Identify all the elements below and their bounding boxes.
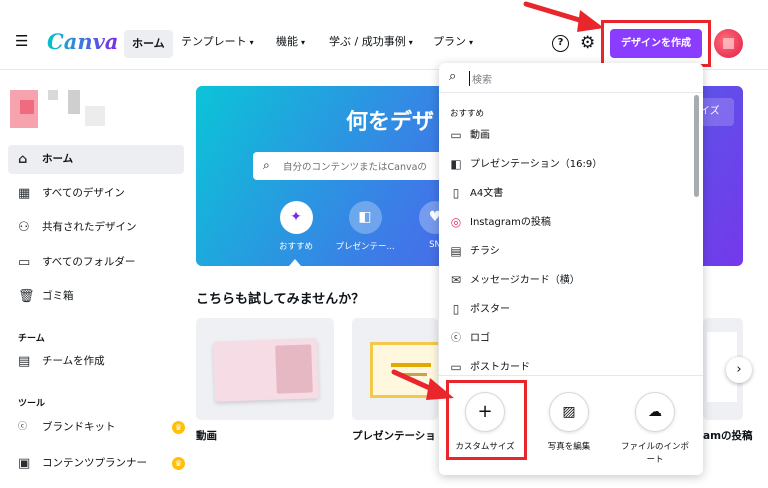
avatar[interactable] (714, 29, 743, 58)
nav-features[interactable]: 機能 ▾ (276, 34, 305, 51)
crown-icon: ♛ (172, 457, 185, 470)
chevron-down-icon: ▾ (249, 38, 254, 47)
search-icon: ⌕ (449, 69, 457, 84)
sidebar-item-shared-designs[interactable]: ⚇ 共有されたデザイン (8, 213, 184, 242)
highlight-box-custom-size (446, 380, 527, 460)
video-icon: ▭ (450, 128, 462, 142)
dropdown-search-input[interactable]: ⌕ 検索 (439, 63, 703, 93)
sidebar-item-trash[interactable]: 🗑 ゴミ箱 (8, 282, 184, 311)
canva-logo[interactable]: Canva (47, 29, 118, 54)
nav-learn[interactable]: 学ぶ / 成功事例 ▾ (329, 34, 413, 51)
sidebar-item-brand-kit[interactable]: ⓒ ブランドキット ♛ (8, 413, 185, 442)
banner-title: 何をデザ (346, 110, 435, 135)
flyer-icon: ▤ (450, 244, 462, 258)
import-file-button[interactable]: ☁ ファイルのインポート (615, 392, 695, 467)
building-icon: ▤ (18, 354, 31, 369)
sidebar-item-content-planner[interactable]: ▣ コンテンツプランナー ♛ (8, 449, 185, 478)
top-header: ☰ Canva ホーム テンプレート ▾ 機能 ▾ 学ぶ / 成功事例 ▾ プラン ▾ … (0, 0, 768, 70)
dropdown-section-recommended: おすすめ (450, 109, 485, 119)
users-icon: ⚇ (18, 220, 30, 235)
poster-icon: ▯ (452, 302, 460, 316)
selected-category-indicator (289, 259, 301, 266)
dropdown-item-video[interactable]: ▭ 動画 (439, 121, 691, 150)
folder-icon: ▭ (18, 255, 31, 270)
nav-templates[interactable]: テンプレート ▾ (181, 34, 254, 51)
card-label-presentation: プレゼンテーショ (352, 430, 436, 442)
dropdown-item-message-card[interactable]: ✉ メッセージカード（横） (439, 266, 691, 295)
chevron-down-icon: ▾ (301, 38, 306, 47)
dropdown-item-instagram-post[interactable]: ◎ Instagramの投稿 (439, 208, 691, 237)
annotation-arrow-top (523, 1, 604, 32)
highlight-box-create (601, 20, 711, 67)
edit-photo-button[interactable]: ▨ 写真を編集 (529, 392, 609, 454)
trash-icon: 🗑 (18, 289, 35, 304)
category-presentation[interactable]: ◧ プレゼンテー... (330, 201, 400, 252)
menu-icon[interactable]: ☰ (15, 34, 28, 49)
dropdown-item-a4-document[interactable]: ▯ A4文書 (439, 179, 691, 208)
gear-icon[interactable]: ⚙ (580, 33, 595, 53)
annotation-arrow-bottom (391, 369, 454, 400)
video-thumbnail (212, 338, 320, 402)
brand-co-icon: ⓒ (18, 422, 28, 432)
dropdown-item-logo[interactable]: ⓒ ロゴ (439, 324, 691, 353)
nav-home[interactable]: ホーム (124, 30, 173, 58)
team-section-heading: チーム (18, 334, 45, 344)
home-icon: ⌂ (18, 152, 28, 167)
dropdown-scrollbar[interactable] (694, 95, 699, 197)
sidebar-item-home[interactable]: ⌂ ホーム (8, 145, 184, 174)
team-avatar-blurred (10, 90, 105, 128)
carousel-next-button[interactable]: › (726, 357, 752, 383)
sidebar-item-create-team[interactable]: ▤ チームを作成 (8, 347, 184, 376)
sidebar-item-all-designs[interactable]: ▦ すべてのデザイン (8, 179, 184, 208)
sparkle-icon: ✦ (279, 201, 313, 234)
chevron-down-icon: ▾ (408, 38, 413, 47)
sidebar: ⌂ ホーム ▦ すべてのデザイン ⚇ 共有されたデザイン ▭ すべてのフォルダー… (0, 71, 195, 488)
grid-icon: ▦ (18, 186, 31, 201)
card-video[interactable] (196, 318, 334, 420)
dropdown-item-presentation[interactable]: ◧ プレゼンテーション（16:9） (439, 150, 691, 179)
search-icon: ⌕ (263, 158, 270, 172)
chevron-down-icon: ▾ (469, 38, 474, 47)
category-recommended[interactable]: ✦ おすすめ (261, 201, 331, 252)
dropdown-item-poster[interactable]: ▯ ポスター (439, 295, 691, 324)
nav-plans[interactable]: プラン ▾ (433, 34, 473, 51)
upload-icon: ☁ (635, 392, 675, 432)
help-icon[interactable]: ? (552, 35, 569, 52)
envelope-icon: ✉ (450, 273, 462, 287)
tools-section-heading: ツール (18, 399, 46, 409)
presentation-icon: ◧ (450, 157, 462, 171)
sidebar-item-all-folders[interactable]: ▭ すべてのフォルダー (8, 248, 184, 277)
logo-co-icon: ⓒ (451, 333, 461, 344)
calendar-icon: ▣ (18, 456, 31, 471)
document-icon: ▯ (452, 186, 460, 200)
crown-icon: ♛ (172, 421, 185, 434)
instagram-icon: ◎ (450, 215, 462, 229)
card-label-video: 動画 (196, 430, 217, 442)
card-label-instagram: amの投稿 (703, 430, 753, 442)
presentation-icon: ◧ (348, 201, 382, 234)
dropdown-item-flyer[interactable]: ▤ チラシ (439, 237, 691, 266)
image-edit-icon: ▨ (549, 392, 589, 432)
try-section-title: こちらも試してみませんか？ (196, 292, 365, 307)
